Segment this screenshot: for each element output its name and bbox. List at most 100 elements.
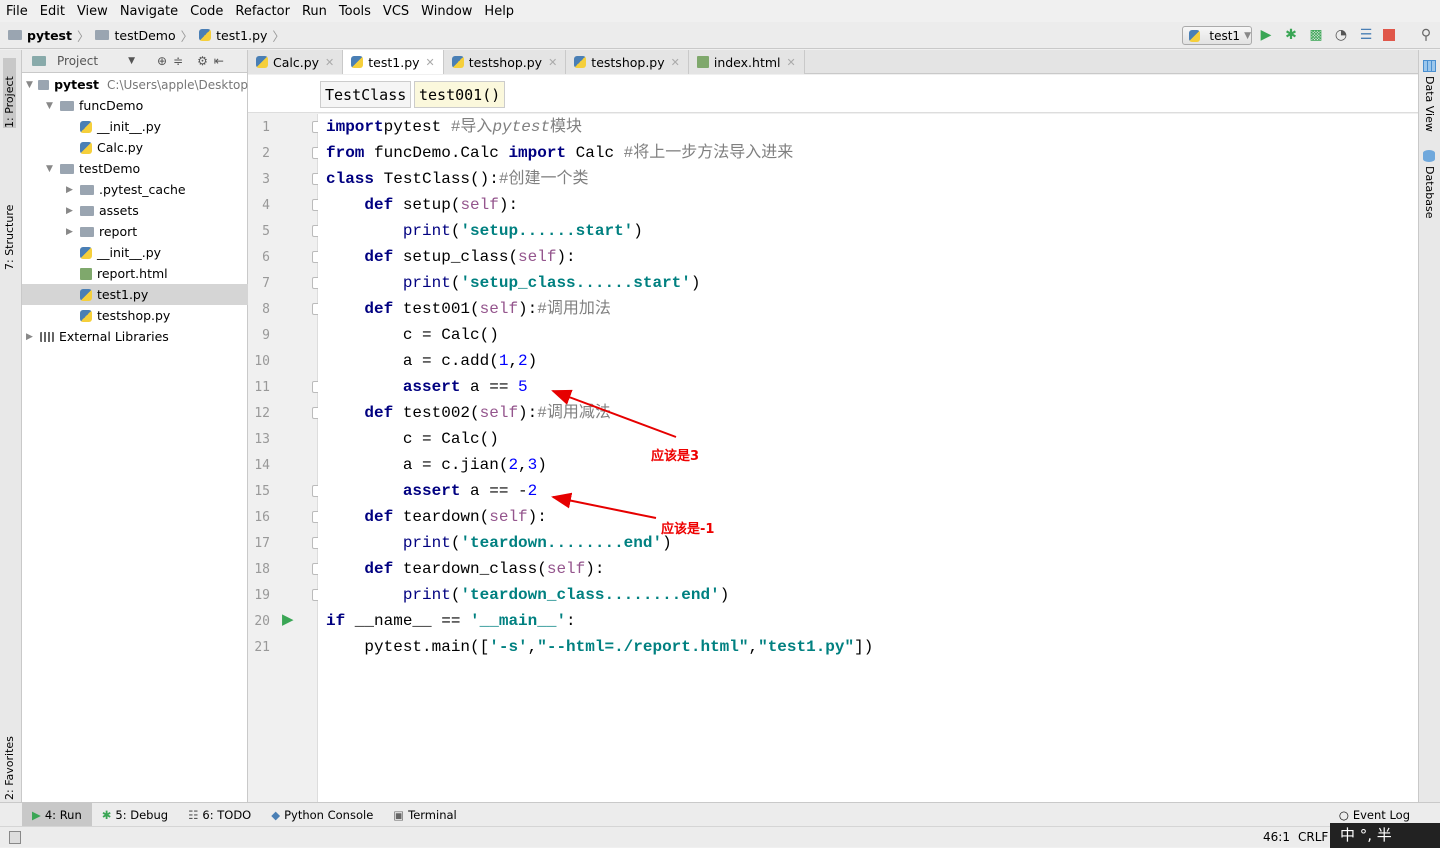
code-token: ): [690, 274, 701, 292]
tool-windows-icon[interactable]: [9, 831, 21, 844]
tool-tab-favorites[interactable]: 2: Favorites: [3, 710, 16, 800]
line-separator[interactable]: CRLF: [1298, 830, 1328, 844]
tool-4-run[interactable]: ▶ 4: Run: [22, 802, 92, 827]
breadcrumb-item[interactable]: pytest 〉: [8, 26, 89, 45]
tool-label: Python Console: [284, 807, 374, 822]
tool-python-console[interactable]: ◆ Python Console: [261, 803, 383, 827]
status-bar: 46:1 CRLF 中 °, 半: [0, 823, 1440, 848]
locate-icon[interactable]: ⊕: [157, 54, 167, 68]
tree-item[interactable]: report.html: [22, 263, 248, 284]
tool-5-debug[interactable]: ✱ 5: Debug: [92, 803, 178, 827]
breadcrumb-method[interactable]: test001(): [414, 81, 506, 108]
close-icon[interactable]: ✕: [548, 56, 557, 69]
tree-item[interactable]: __init__.py: [22, 242, 248, 263]
tree-item[interactable]: ▼ pytest C:\Users\apple\Desktop: [22, 74, 248, 95]
arrow-right-icon[interactable]: ▶: [26, 332, 40, 342]
close-icon[interactable]: ✕: [787, 56, 796, 69]
run-icon[interactable]: ▶: [1258, 27, 1274, 43]
tool-tab-structure[interactable]: 7: Structure: [3, 190, 16, 270]
run-gutter-icon[interactable]: ▶: [282, 610, 294, 628]
tool-terminal[interactable]: ▣ Terminal: [383, 803, 466, 827]
search-icon[interactable]: ⚲: [1418, 27, 1434, 43]
concurrency-icon[interactable]: ☰: [1358, 27, 1374, 43]
code-editor[interactable]: importpytest #导入pytest模块 from funcDemo.Ca…: [318, 114, 1418, 802]
todo-icon: ☷: [188, 807, 199, 822]
code-token: def: [364, 508, 394, 526]
menu-vcs[interactable]: VCS: [383, 4, 409, 19]
tool-6-todo[interactable]: ☷ 6: TODO: [178, 803, 261, 827]
menu-view[interactable]: View: [77, 4, 108, 19]
arrow-down-icon[interactable]: ▼: [46, 164, 60, 174]
tree-item[interactable]: ▼ testDemo: [22, 158, 248, 179]
tab-testshop-py[interactable]: testshop.py ✕: [566, 50, 689, 74]
project-view-selector[interactable]: Project: [57, 54, 98, 68]
tree-item[interactable]: ▶ report: [22, 221, 248, 242]
close-icon[interactable]: ✕: [325, 56, 334, 69]
menu-navigate[interactable]: Navigate: [120, 4, 178, 19]
profile-icon[interactable]: ◔: [1333, 27, 1349, 43]
tree-item[interactable]: Calc.py: [22, 137, 248, 158]
python-file-icon: [80, 120, 92, 133]
menu-bar: File Edit View Navigate Code Refactor Run Tools…: [0, 0, 1440, 22]
tool-tab-database[interactable]: Database: [1423, 166, 1436, 219]
arrow-down-icon[interactable]: ▼: [26, 80, 38, 90]
event-log-button[interactable]: ○ Event Log: [1339, 808, 1410, 822]
menu-run[interactable]: Run: [302, 4, 327, 19]
caret-position[interactable]: 46:1: [1263, 830, 1290, 844]
menu-help[interactable]: Help: [484, 4, 514, 19]
breadcrumb-item[interactable]: testDemo 〉: [95, 26, 193, 45]
line-number: 7: [262, 276, 270, 291]
menu-file[interactable]: File: [6, 4, 28, 19]
collapse-icon[interactable]: ≑: [173, 54, 183, 68]
tool-tab-project[interactable]: 1: Project: [3, 58, 16, 128]
tree-item[interactable]: ▶ External Libraries: [22, 326, 248, 347]
gear-icon[interactable]: ⚙: [197, 54, 208, 68]
tree-item[interactable]: ▶ .pytest_cache: [22, 179, 248, 200]
close-icon[interactable]: ✕: [426, 56, 435, 69]
line-number: 9: [262, 328, 270, 343]
tab-test1-py[interactable]: test1.py ✕: [343, 50, 444, 74]
menu-refactor[interactable]: Refactor: [235, 4, 290, 19]
menu-code[interactable]: Code: [190, 4, 223, 19]
code-line: assert a == -2: [326, 478, 537, 504]
stop-icon[interactable]: [1383, 29, 1395, 41]
run-config-dropdown[interactable]: test1 ▼: [1182, 26, 1252, 45]
code-line: print('teardown_class........end'): [326, 582, 729, 608]
coverage-icon[interactable]: ▩: [1308, 27, 1324, 43]
arrow-down-icon[interactable]: ▼: [46, 101, 60, 111]
code-line: def test001(self):#调用加法: [326, 296, 610, 322]
code-line: print('setup......start'): [326, 218, 643, 244]
tab-testshop-py[interactable]: testshop.py ✕: [443, 50, 567, 74]
code-token: ): [719, 586, 730, 604]
code-token: 2: [527, 482, 538, 500]
debug-icon[interactable]: ✱: [1283, 27, 1299, 43]
chevron-down-icon[interactable]: ▼: [128, 56, 135, 66]
menu-tools[interactable]: Tools: [339, 4, 371, 19]
tree-item[interactable]: testshop.py: [22, 305, 248, 326]
tab-Calc-py[interactable]: Calc.py ✕: [248, 50, 344, 74]
code-token: setup(: [393, 196, 461, 214]
tree-item[interactable]: ▼ funcDemo: [22, 95, 248, 116]
line-number: 14: [254, 458, 270, 473]
tool-tab-data-view[interactable]: Data View: [1423, 76, 1436, 132]
arrow-right-icon[interactable]: ▶: [66, 185, 80, 195]
code-line: print('setup_class......start'): [326, 270, 701, 296]
tree-item[interactable]: __init__.py: [22, 116, 248, 137]
hide-icon[interactable]: ⇤: [214, 54, 224, 68]
close-icon[interactable]: ✕: [671, 56, 680, 69]
arrow-right-icon[interactable]: ▶: [66, 206, 80, 216]
menu-window[interactable]: Window: [421, 4, 472, 19]
arrow-right-icon[interactable]: ▶: [66, 227, 80, 237]
code-token: def: [364, 560, 394, 578]
tab-index-html[interactable]: index.html ✕: [688, 50, 805, 74]
tree-item[interactable]: test1.py: [22, 284, 248, 305]
breadcrumb-class[interactable]: TestClass: [320, 81, 412, 108]
code-token: print: [402, 222, 451, 240]
code-token: assert: [402, 378, 461, 396]
breadcrumb-item[interactable]: test1.py 〉: [199, 26, 285, 45]
tree-item[interactable]: ▶ assets: [22, 200, 248, 221]
tab-label: index.html: [713, 54, 781, 70]
menu-edit[interactable]: Edit: [40, 4, 65, 19]
